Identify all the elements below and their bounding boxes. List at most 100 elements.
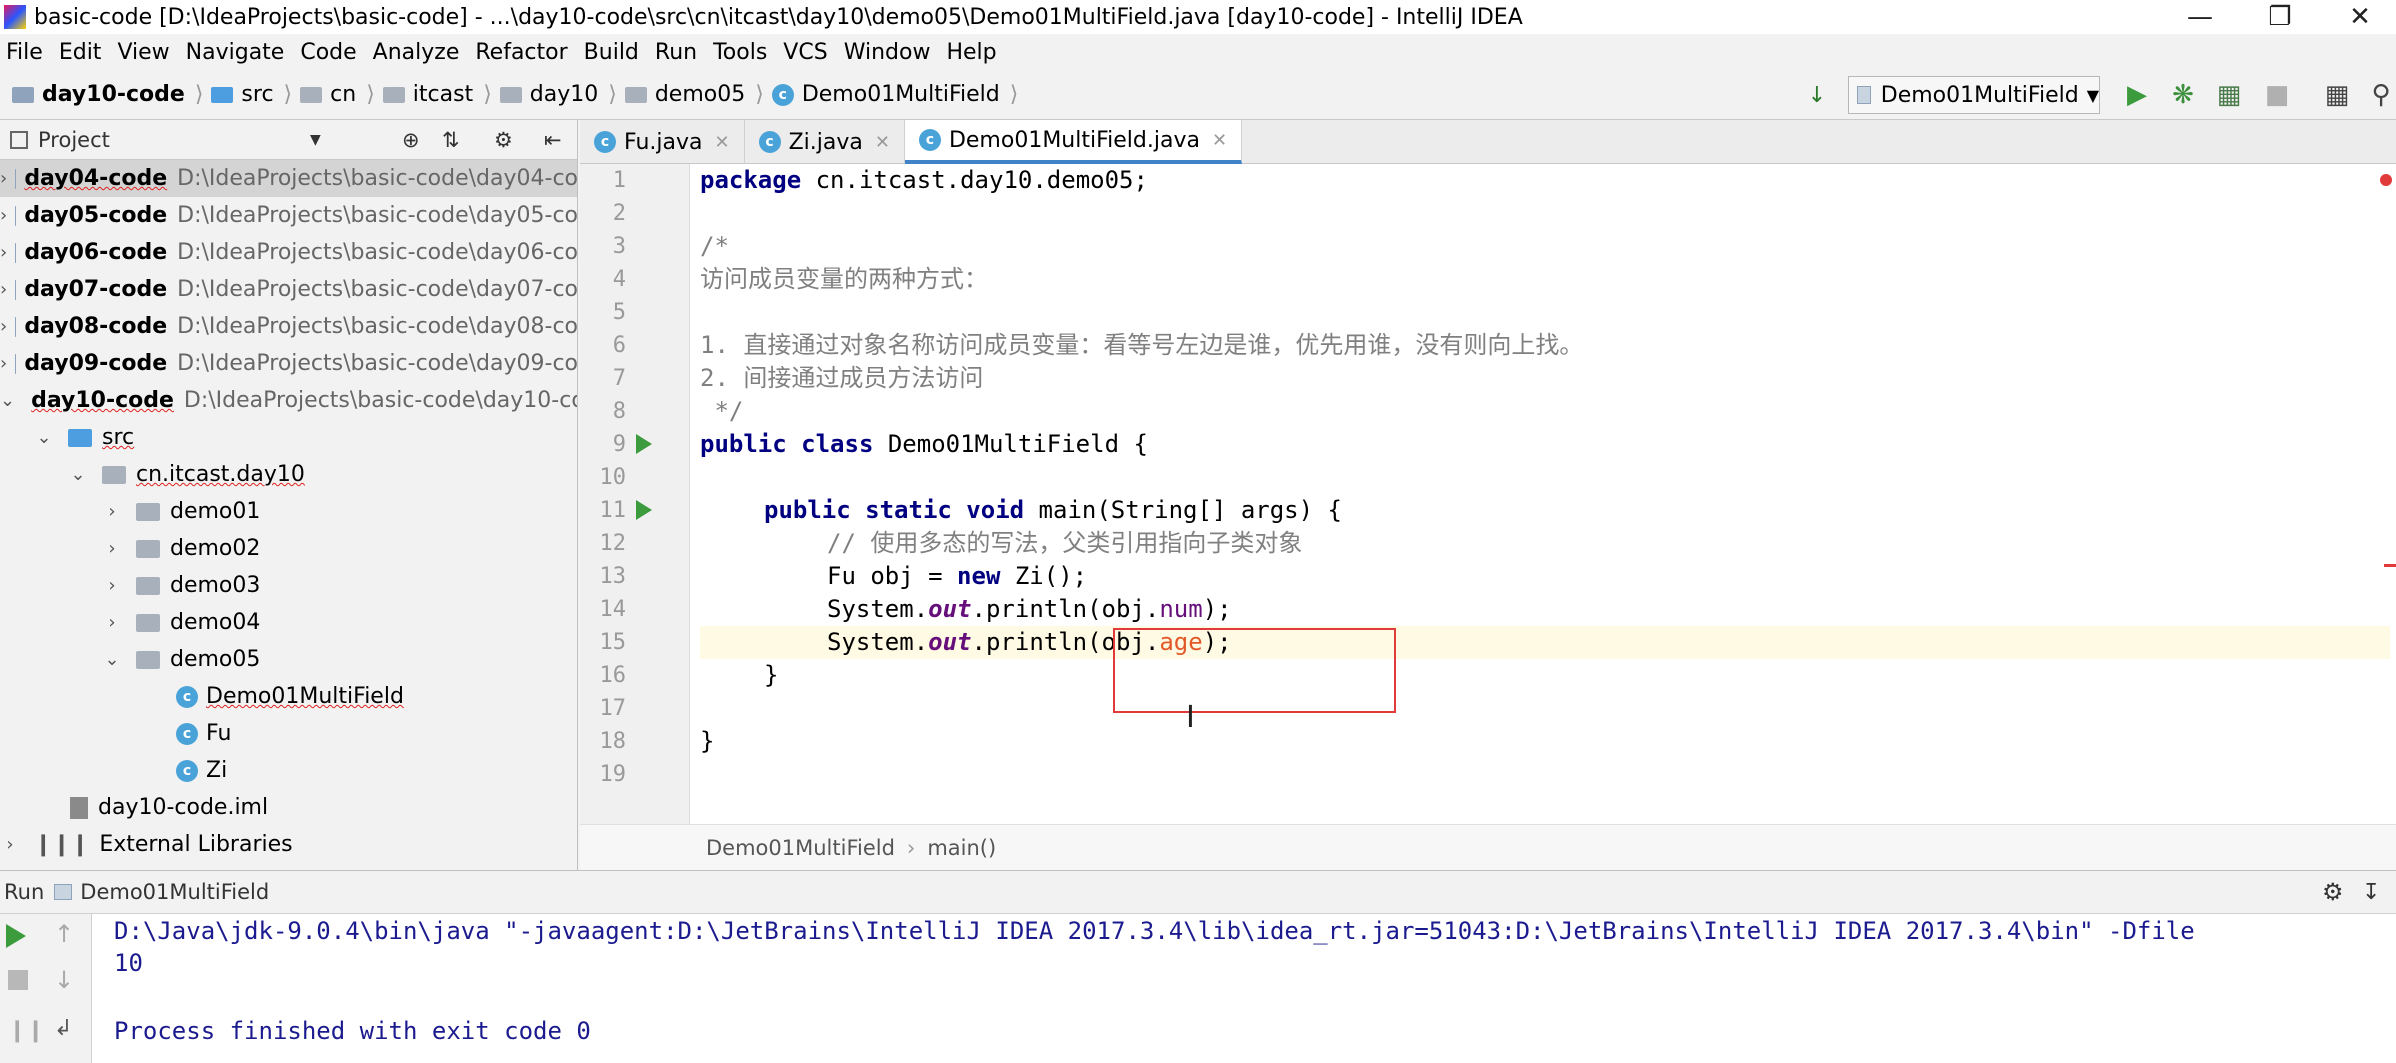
line-number: 14 — [599, 597, 627, 622]
crumb-day10[interactable]: day10 ⟩ — [496, 70, 621, 120]
run-config-select[interactable]: Demo01MultiField ▼ — [1848, 76, 2100, 114]
tree-module-day07[interactable]: › day07-code D:\IdeaProjects\basic-code\d… — [0, 271, 577, 308]
close-icon[interactable]: ✕ — [2330, 0, 2390, 34]
code-text: Demo01MultiField { — [873, 430, 1148, 458]
code-text: System. — [827, 595, 929, 623]
console-line: 10 — [114, 949, 143, 977]
tree-module-day08[interactable]: › day08-code D:\IdeaProjects\basic-code\d… — [0, 308, 578, 345]
run-panel-label[interactable]: Run — [0, 880, 44, 904]
tree-module-day04[interactable]: › day04-code D:\IdeaProjects\basic-code\d… — [0, 160, 577, 197]
gear-icon[interactable]: ⚙ — [494, 128, 513, 152]
module-path: D:\IdeaProjects\basic-code\day08-co — [177, 314, 578, 339]
code-editor[interactable]: package cn.itcast.day10.demo05; /* 访问成员变… — [700, 164, 2390, 824]
code-text: Zi(); — [1000, 562, 1088, 590]
soft-wrap-icon[interactable]: ↲ — [54, 1016, 72, 1041]
tree-module-day10[interactable]: ⌄ day10-code D:\IdeaProjects\basic-code\d… — [0, 382, 577, 419]
module-icon — [15, 279, 17, 300]
menu-file[interactable]: File — [0, 40, 53, 65]
chevron-down-icon[interactable]: ▼ — [310, 132, 321, 148]
chevron-right-icon: › — [0, 279, 8, 300]
menu-code[interactable]: Code — [294, 40, 366, 65]
crumb-itcast[interactable]: itcast ⟩ — [379, 70, 496, 120]
crumb-cn[interactable]: cn ⟩ — [296, 70, 379, 120]
minimize-icon[interactable]: — — [2170, 0, 2230, 34]
crumb-label: day10 — [529, 82, 599, 107]
tab-demo01multifield-java[interactable]: c Demo01MultiField.java ✕ — [904, 120, 1243, 164]
hide-panel-icon[interactable]: ↧ — [2362, 880, 2380, 905]
stop-icon[interactable] — [8, 970, 28, 990]
close-icon[interactable]: ✕ — [875, 132, 890, 153]
arrow-down-icon[interactable]: ↓ — [54, 966, 74, 994]
menu-run[interactable]: Run — [649, 40, 707, 65]
tree-demo01[interactable]: › demo01 — [0, 493, 577, 530]
sort-icon[interactable]: ↓ — [1802, 80, 1832, 110]
tree-module-day06[interactable]: › day06-code D:\IdeaProjects\basic-code\d… — [0, 234, 577, 271]
menu-edit[interactable]: Edit — [53, 40, 112, 65]
tree-label: demo01 — [170, 499, 261, 524]
close-icon[interactable]: ✕ — [1212, 130, 1227, 151]
tree-external-libraries[interactable]: › ❙❙❙ External Libraries — [0, 826, 577, 863]
module-name: day09-code — [24, 351, 168, 376]
code-line: } — [764, 661, 779, 689]
menu-window[interactable]: Window — [838, 40, 941, 65]
editor-crumb-class[interactable]: Demo01MultiField — [706, 836, 895, 860]
chevron-right-icon: ⟩ — [366, 82, 375, 107]
crumb-src[interactable]: src ⟩ — [207, 70, 296, 120]
console-output[interactable]: D:\Java\jdk-9.0.4\bin\java "-javaagent:D… — [92, 914, 2396, 1063]
run-panel-config[interactable]: Demo01MultiField — [80, 880, 269, 904]
pause-icon[interactable]: ❙❙ — [8, 1018, 45, 1043]
tree-demo05[interactable]: ⌄ demo05 — [0, 641, 577, 678]
tree-label: External Libraries — [99, 832, 293, 857]
hide-icon[interactable]: ⇤ — [544, 128, 562, 152]
tab-zi-java[interactable]: c Zi.java ✕ — [745, 120, 905, 164]
static-field: out — [928, 628, 972, 656]
project-structure-icon[interactable]: ▦ — [2322, 80, 2352, 110]
tree-module-day05[interactable]: › day05-code D:\IdeaProjects\basic-code\d… — [0, 197, 577, 234]
restore-icon[interactable]: ❐ — [2250, 0, 2310, 34]
menu-build[interactable]: Build — [578, 40, 649, 65]
tab-fu-java[interactable]: c Fu.java ✕ — [580, 120, 745, 164]
coverage-icon[interactable]: ▦ — [2214, 80, 2244, 110]
menu-refactor[interactable]: Refactor — [469, 40, 577, 65]
menu-analyze[interactable]: Analyze — [367, 40, 470, 65]
editor-crumb-method[interactable]: main() — [927, 836, 996, 860]
tree-demo03[interactable]: › demo03 — [0, 567, 577, 604]
menu-navigate[interactable]: Navigate — [180, 40, 295, 65]
chevron-right-icon: ⟩ — [194, 82, 204, 107]
error-stripe-mark[interactable] — [2384, 564, 2396, 567]
project-panel-title[interactable]: Project — [38, 128, 110, 152]
chevron-right-icon: › — [108, 575, 116, 596]
menu-help[interactable]: Help — [940, 40, 1006, 65]
locate-icon[interactable]: ⊕ — [402, 128, 420, 152]
debug-icon[interactable]: ❋ — [2168, 80, 2198, 110]
tree-class-fu[interactable]: c Fu — [0, 715, 577, 752]
tree-class-demo01multifield[interactable]: c Demo01MultiField — [0, 678, 577, 715]
chevron-down-icon: ▼ — [2086, 85, 2099, 105]
run-icon[interactable]: ▶ — [2122, 80, 2152, 110]
tree-src[interactable]: ⌄ src — [0, 419, 577, 456]
tree-class-zi[interactable]: c Zi — [0, 752, 577, 789]
tree-package[interactable]: ⌄ cn.itcast.day10 — [0, 456, 577, 493]
crumb-class[interactable]: c Demo01MultiField ⟩ — [768, 70, 1023, 120]
stop-icon[interactable]: ■ — [2262, 80, 2292, 110]
arrow-up-icon[interactable]: ↑ — [54, 920, 74, 948]
rerun-icon[interactable] — [6, 924, 26, 948]
error-indicator-icon[interactable] — [2380, 174, 2392, 186]
package-icon — [136, 576, 160, 595]
run-gutter-icon[interactable] — [636, 500, 652, 520]
run-gutter-icon[interactable] — [636, 434, 652, 454]
search-icon[interactable]: ⚲ — [2366, 80, 2396, 110]
menu-tools[interactable]: Tools — [707, 40, 777, 65]
collapse-all-icon[interactable]: ⇅ — [442, 128, 460, 152]
menu-view[interactable]: View — [111, 40, 179, 65]
tree-demo02[interactable]: › demo02 — [0, 530, 577, 567]
gear-icon[interactable]: ⚙ — [2322, 878, 2344, 906]
tree-demo04[interactable]: › demo04 — [0, 604, 577, 641]
source-folder-icon — [68, 428, 92, 447]
tree-module-day09[interactable]: › day09-code D:\IdeaProjects\basic-code\d… — [0, 345, 577, 382]
menu-vcs[interactable]: VCS — [777, 40, 837, 65]
tree-iml[interactable]: day10-code.iml — [0, 789, 577, 826]
close-icon[interactable]: ✕ — [714, 132, 729, 153]
crumb-demo05[interactable]: demo05 ⟩ — [621, 70, 768, 120]
crumb-module[interactable]: day10-code ⟩ — [0, 70, 207, 120]
